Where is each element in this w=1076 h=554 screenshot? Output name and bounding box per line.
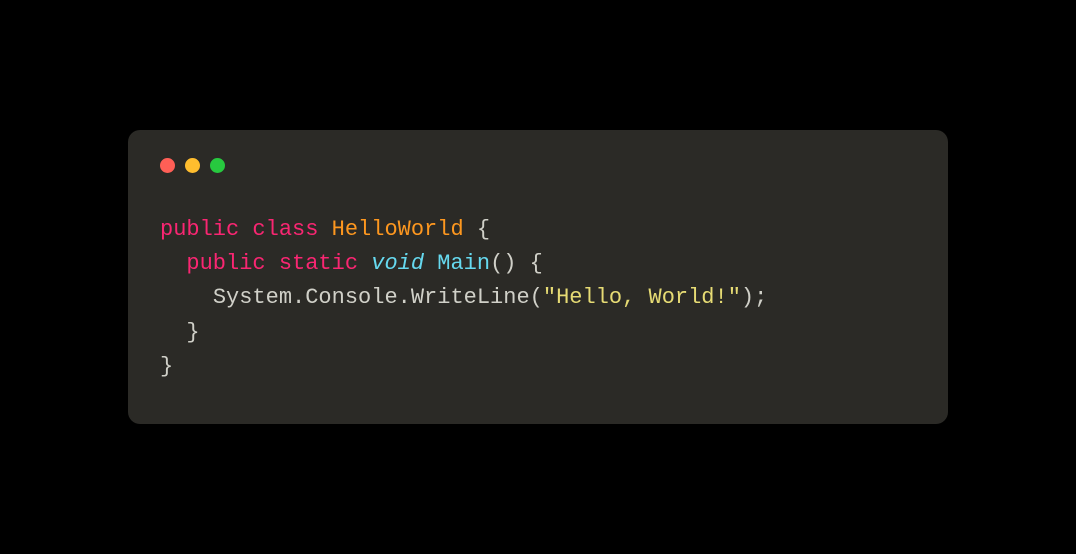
code-line: public static void Main() { bbox=[160, 247, 916, 281]
code-token: { bbox=[464, 217, 490, 242]
code-token: ); bbox=[741, 285, 767, 310]
code-token: () { bbox=[490, 251, 543, 276]
code-window: public class HelloWorld { public static … bbox=[128, 130, 948, 423]
code-token bbox=[358, 251, 371, 276]
maximize-icon[interactable] bbox=[210, 158, 225, 173]
code-token: "Hello, World!" bbox=[543, 285, 741, 310]
close-icon[interactable] bbox=[160, 158, 175, 173]
code-token: void bbox=[371, 251, 424, 276]
code-line: System.Console.WriteLine("Hello, World!"… bbox=[160, 281, 916, 315]
code-token: } bbox=[160, 320, 200, 345]
code-token: public bbox=[160, 217, 239, 242]
code-token bbox=[318, 217, 331, 242]
code-token: static bbox=[279, 251, 358, 276]
code-token: public bbox=[186, 251, 265, 276]
code-token: HelloWorld bbox=[332, 217, 464, 242]
code-token: Main bbox=[437, 251, 490, 276]
code-token bbox=[160, 285, 213, 310]
code-token bbox=[160, 251, 186, 276]
window-controls bbox=[160, 158, 916, 173]
code-block: public class HelloWorld { public static … bbox=[160, 213, 916, 383]
code-line: public class HelloWorld { bbox=[160, 213, 916, 247]
code-token bbox=[266, 251, 279, 276]
code-token bbox=[424, 251, 437, 276]
code-token: ( bbox=[530, 285, 543, 310]
code-line: } bbox=[160, 316, 916, 350]
code-token: class bbox=[252, 217, 318, 242]
code-token: } bbox=[160, 354, 173, 379]
minimize-icon[interactable] bbox=[185, 158, 200, 173]
code-line: } bbox=[160, 350, 916, 384]
code-token bbox=[239, 217, 252, 242]
code-token: System.Console.WriteLine bbox=[213, 285, 530, 310]
